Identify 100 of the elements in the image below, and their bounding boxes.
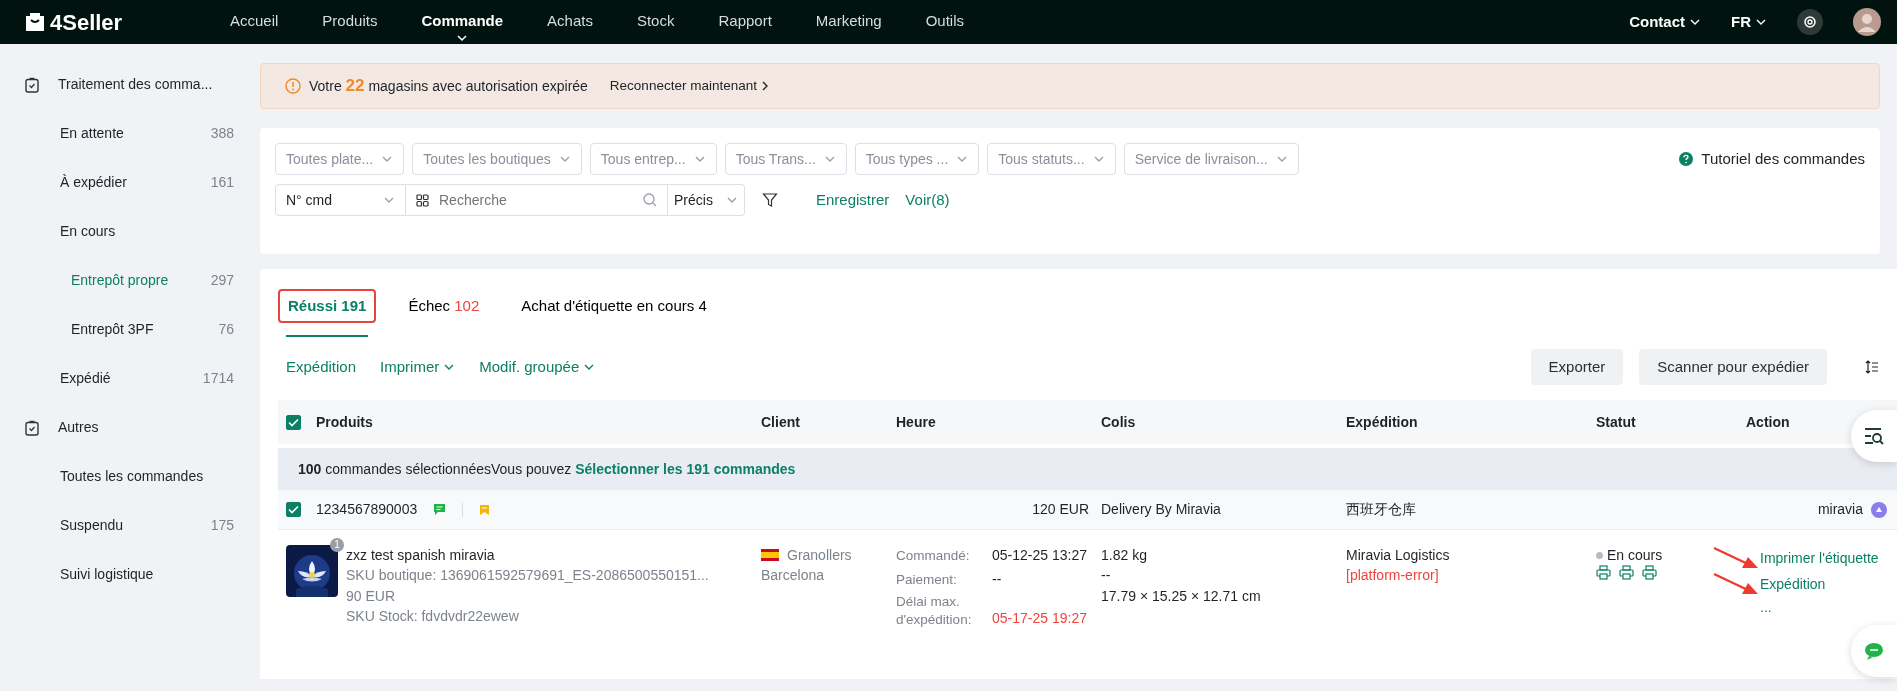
status-dot-icon xyxy=(1596,551,1603,559)
toolbar-button[interactable]: Exporter xyxy=(1530,349,1624,385)
nav-link-item[interactable]: Commande xyxy=(421,0,504,44)
flag-icon xyxy=(761,549,779,562)
order-action-link[interactable]: Imprimer l'étiquette xyxy=(1760,547,1879,569)
logo-text: 4Seller xyxy=(50,8,123,37)
sidebar-item[interactable]: Entrepôt 3PF 76 xyxy=(0,305,260,354)
search-type-select[interactable]: N° cmd xyxy=(275,184,406,216)
save-link[interactable]: Enregistrer xyxy=(816,188,890,212)
sidebar-item[interactable]: Toutes les commandes xyxy=(0,452,260,501)
selection-message: 100 commandes sélectionnéesVous pouvez xyxy=(298,459,572,479)
reconnect-link[interactable]: Reconnecter maintenant xyxy=(609,75,769,97)
column-header: Produits xyxy=(316,412,374,432)
item-count: 76 xyxy=(218,320,234,339)
column-header: Expédition xyxy=(1346,412,1419,432)
shipping-error: [platform-error] xyxy=(1346,566,1440,586)
item-count: 297 xyxy=(210,271,234,290)
nav-link-item[interactable]: Produits xyxy=(322,0,378,44)
sidebar-item[interactable]: En attente 388 xyxy=(0,109,260,158)
bulk-action-link[interactable]: Imprimer xyxy=(380,355,456,379)
time-label: Délai max. d'expédition: xyxy=(896,593,973,629)
avatar-icon[interactable] xyxy=(1853,8,1881,36)
nav-link-item[interactable]: Rapport xyxy=(718,0,772,44)
language-menu[interactable]: FR xyxy=(1731,10,1767,34)
help-icon xyxy=(1679,152,1694,166)
order-amount: 120 EUR xyxy=(1032,500,1089,519)
product-title: zxz test spanish miravia xyxy=(346,546,496,565)
quantity-badge: 1 xyxy=(330,538,344,552)
search-icon xyxy=(643,193,657,207)
bulk-action-link[interactable]: Modif. groupée xyxy=(479,355,596,379)
package-info: -- xyxy=(1101,566,1112,586)
column-header: Action xyxy=(1746,412,1791,432)
checkbox[interactable] xyxy=(286,414,301,430)
toolbar-button[interactable]: Scanner pour expédier xyxy=(1639,349,1827,385)
printer-icon[interactable] xyxy=(1619,565,1634,581)
status-tab[interactable]: Échec 102 xyxy=(398,288,490,324)
search-field[interactable]: Recherche xyxy=(406,184,668,216)
time-value: -- xyxy=(992,570,1003,589)
item-count: 175 xyxy=(210,516,234,535)
package-dimensions: 17.79 × 15.25 × 12.71 cm xyxy=(1101,586,1262,606)
status-tab[interactable]: Réussi 191 xyxy=(278,288,377,324)
item-count: 1714 xyxy=(202,369,234,388)
nav-link-item[interactable]: Marketing xyxy=(815,0,882,44)
time-label: Paiement: xyxy=(896,571,958,589)
chevron-right-icon xyxy=(760,81,769,91)
time-label: Commandé: xyxy=(896,547,971,565)
scan-icon xyxy=(416,193,429,207)
status-tab[interactable]: Achat d'étiquette en cours 4 xyxy=(511,288,717,324)
select-all-link[interactable]: Sélectionner les 191 commandes xyxy=(575,458,796,480)
column-header: Client xyxy=(761,412,801,432)
sidebar-group-title[interactable]: Traitement des comma... xyxy=(58,74,213,95)
platform-icon xyxy=(1871,501,1887,518)
package-weight: 1.82 kg xyxy=(1101,546,1148,565)
nav-link-item[interactable]: Achats xyxy=(547,0,593,44)
tutorial-link[interactable]: Tutoriel des commandes xyxy=(1679,147,1865,171)
sidebar-item[interactable]: À expédier 161 xyxy=(0,158,260,207)
item-count: 388 xyxy=(210,124,234,143)
bookmark-icon xyxy=(479,503,491,516)
nav-link-item[interactable]: Stock xyxy=(636,0,675,44)
checkbox[interactable] xyxy=(286,502,301,517)
order-action-link[interactable]: ... xyxy=(1760,597,1772,618)
sidebar-item[interactable]: Suspendu 175 xyxy=(0,501,260,550)
item-count: 161 xyxy=(210,173,234,192)
platform-name: miravia xyxy=(1817,500,1863,519)
logo-icon xyxy=(24,11,46,33)
nav-link-item[interactable]: Outils xyxy=(925,0,965,44)
sidebar-item[interactable]: Entrepôt propre 297 xyxy=(0,256,260,305)
message-icon xyxy=(433,503,447,516)
column-settings-icon[interactable] xyxy=(1865,360,1879,374)
delivery-method: Delivery By Miravia xyxy=(1101,501,1221,517)
alert-message: Votre 22 magasins avec autorisation expirée xyxy=(309,75,588,98)
column-header: Heure xyxy=(896,412,937,432)
sidebar-item[interactable]: Expédié 1714 xyxy=(0,354,260,403)
stock-sku: SKU Stock: fdvdvdr22ewew xyxy=(346,606,520,626)
view-link[interactable]: Voir(8) xyxy=(905,188,950,212)
warehouse-name: 西班牙仓库 xyxy=(1346,501,1416,517)
filter-icon[interactable] xyxy=(762,192,778,208)
column-header: Statut xyxy=(1596,412,1637,432)
match-mode-select[interactable]: Précis xyxy=(668,184,745,216)
sidebar-item[interactable]: Suivi logistique xyxy=(0,550,260,599)
sidebar-item[interactable]: En cours xyxy=(0,207,260,256)
warning-icon xyxy=(285,78,301,94)
carrier-name: Miravia Logistics xyxy=(1346,546,1451,565)
settings-icon[interactable] xyxy=(1797,9,1823,35)
order-action-link[interactable]: Expédition xyxy=(1760,573,1826,595)
client-region: Barcelona xyxy=(761,566,826,586)
column-header: Colis xyxy=(1101,412,1137,432)
clipboard-icon xyxy=(24,419,40,436)
contact-menu[interactable]: Contact xyxy=(1629,10,1701,34)
sidebar-group-title[interactable]: Autres xyxy=(58,417,99,438)
search-list-icon xyxy=(1863,426,1885,446)
chat-icon xyxy=(1863,641,1885,661)
time-value: 05-17-25 19:27 xyxy=(992,609,1087,629)
nav-link-item[interactable]: Accueil xyxy=(230,0,279,44)
printer-icon[interactable] xyxy=(1596,565,1611,581)
shop-sku: SKU boutique: 1369061592579691_ES-2086500550151... xyxy=(346,566,709,586)
bulk-action-link[interactable]: Expédition xyxy=(286,355,357,379)
printer-icon[interactable] xyxy=(1642,565,1657,581)
status-label: En cours xyxy=(1607,546,1663,565)
clipboard-icon xyxy=(24,76,40,93)
